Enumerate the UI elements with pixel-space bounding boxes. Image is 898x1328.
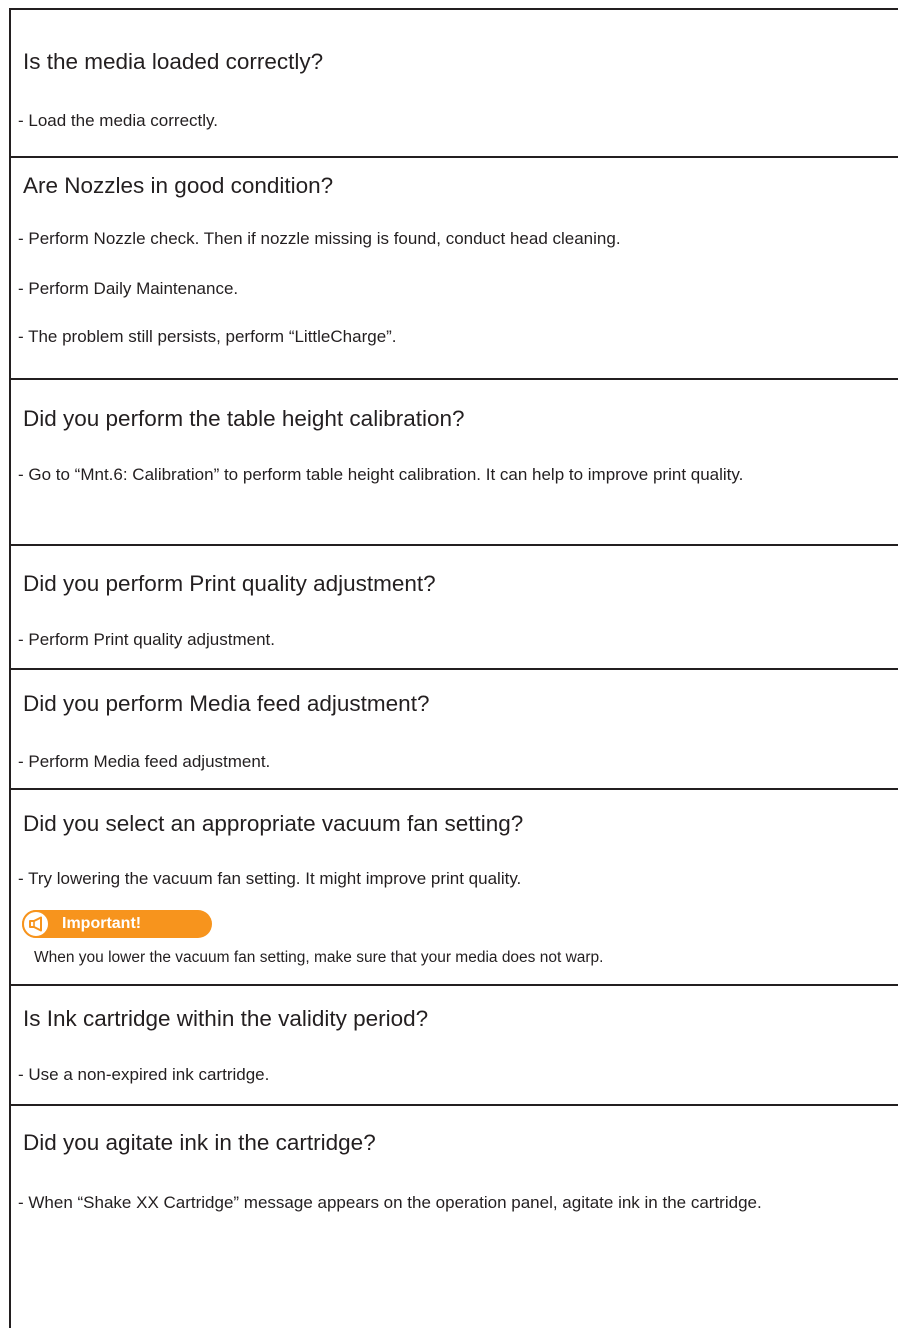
section-question: Is Ink cartridge within the validity per… xyxy=(23,1006,429,1031)
section-question: Are Nozzles in good condition? xyxy=(23,173,334,198)
section-answer: - Try lowering the vacuum fan setting. I… xyxy=(18,869,522,888)
section-agitate-ink: Did you agitate ink in the cartridge? - … xyxy=(9,1106,898,1315)
section-answer: - When “Shake XX Cartridge” message appe… xyxy=(18,1193,762,1212)
section-answer: - Perform Media feed adjustment. xyxy=(18,752,271,771)
important-note: When you lower the vacuum fan setting, m… xyxy=(34,949,604,966)
section-media-feed: Did you perform Media feed adjustment? -… xyxy=(9,670,898,790)
section-answer: - Go to “Mnt.6: Calibration” to perform … xyxy=(18,465,744,484)
section-question: Did you agitate ink in the cartridge? xyxy=(23,1130,376,1155)
section-answer: - Use a non-expired ink cartridge. xyxy=(18,1065,270,1084)
section-question: Did you perform Print quality adjustment… xyxy=(23,571,436,596)
section-answer: - Perform Print quality adjustment. xyxy=(18,630,275,649)
section-table-height: Did you perform the table height calibra… xyxy=(9,380,898,546)
section-question: Is the media loaded correctly? xyxy=(23,49,324,74)
section-nozzles: Are Nozzles in good condition? - Perform… xyxy=(9,158,898,380)
section-answer: - Perform Nozzle check. Then if nozzle m… xyxy=(18,229,621,248)
section-question: Did you perform Media feed adjustment? xyxy=(23,691,430,716)
section-vacuum-fan: Did you select an appropriate vacuum fan… xyxy=(9,790,898,986)
megaphone-icon xyxy=(22,910,50,938)
section-answer: - Perform Daily Maintenance. xyxy=(18,279,239,298)
section-ink-validity: Is Ink cartridge within the validity per… xyxy=(9,986,898,1106)
section-print-quality: Did you perform Print quality adjustment… xyxy=(9,546,898,670)
important-label: Important! xyxy=(62,915,142,932)
section-question: Did you perform the table height calibra… xyxy=(23,406,465,431)
section-question: Did you select an appropriate vacuum fan… xyxy=(23,811,524,836)
section-answer: - Load the media correctly. xyxy=(18,111,218,130)
section-answer: - The problem still persists, perform “L… xyxy=(18,327,397,346)
important-badge: Important! xyxy=(22,910,212,938)
section-media-loaded: Is the media loaded correctly? - Load th… xyxy=(9,10,898,158)
